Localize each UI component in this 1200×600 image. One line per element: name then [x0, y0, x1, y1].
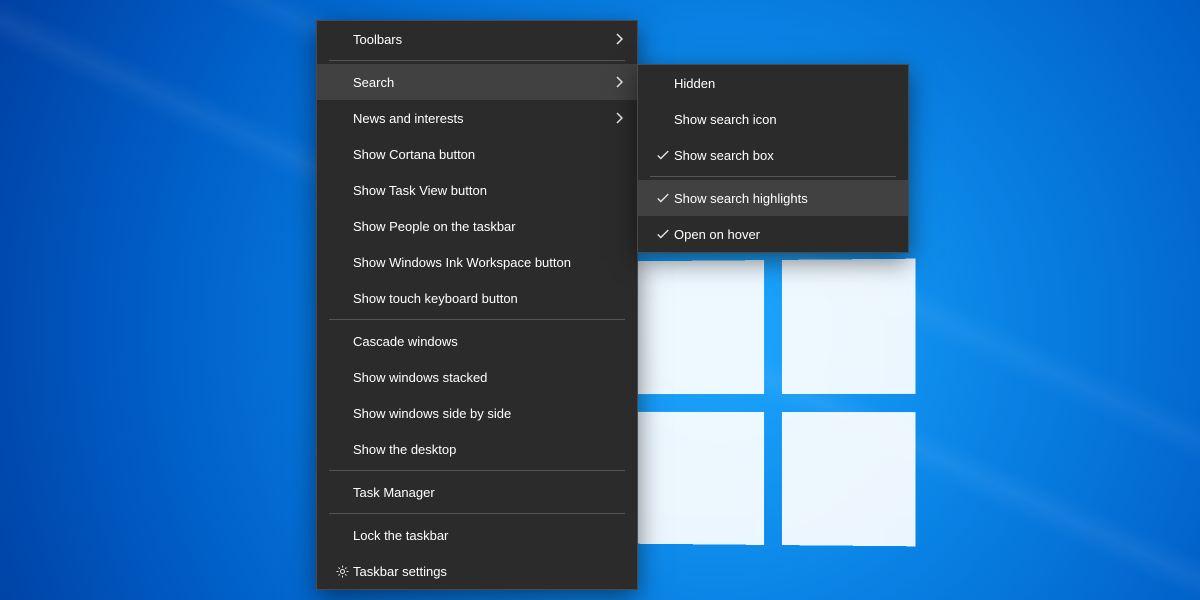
menu-item-cascade-windows[interactable]: Cascade windows [317, 323, 637, 359]
menu-item-news-and-interests[interactable]: News and interests [317, 100, 637, 136]
menu-item-label: Show Windows Ink Workspace button [353, 255, 623, 270]
menu-item-lock-the-taskbar[interactable]: Lock the taskbar [317, 517, 637, 553]
check-icon [652, 191, 674, 205]
menu-separator [329, 470, 625, 471]
menu-item-show-cortana-button[interactable]: Show Cortana button [317, 136, 637, 172]
menu-item-taskbar-settings[interactable]: Taskbar settings [317, 553, 637, 589]
submenu-item-hidden[interactable]: Hidden [638, 65, 908, 101]
gear-icon [331, 564, 353, 579]
menu-separator [329, 513, 625, 514]
menu-item-show-windows-side-by-side[interactable]: Show windows side by side [317, 395, 637, 431]
desktop-wallpaper: Toolbars Search News and interests Show … [0, 0, 1200, 600]
submenu-item-show-search-icon[interactable]: Show search icon [638, 101, 908, 137]
menu-item-label: Show Task View button [353, 183, 623, 198]
menu-item-label: Show the desktop [353, 442, 623, 457]
menu-item-label: Show search highlights [674, 191, 894, 206]
menu-item-label: News and interests [353, 111, 609, 126]
menu-separator [650, 176, 896, 177]
menu-item-show-windows-ink-workspace-button[interactable]: Show Windows Ink Workspace button [317, 244, 637, 280]
menu-item-toolbars[interactable]: Toolbars [317, 21, 637, 57]
menu-item-label: Show windows stacked [353, 370, 623, 385]
menu-item-label: Task Manager [353, 485, 623, 500]
menu-item-label: Taskbar settings [353, 564, 623, 579]
submenu-item-open-on-hover[interactable]: Open on hover [638, 216, 908, 252]
menu-item-label: Show windows side by side [353, 406, 623, 421]
menu-item-label: Search [353, 75, 609, 90]
chevron-right-icon [609, 33, 623, 45]
menu-item-show-touch-keyboard-button[interactable]: Show touch keyboard button [317, 280, 637, 316]
menu-item-search[interactable]: Search [317, 64, 637, 100]
menu-item-label: Lock the taskbar [353, 528, 623, 543]
check-icon [652, 227, 674, 241]
submenu-item-show-search-box[interactable]: Show search box [638, 137, 908, 173]
menu-item-show-the-desktop[interactable]: Show the desktop [317, 431, 637, 467]
windows-logo [632, 259, 915, 547]
menu-item-label: Open on hover [674, 227, 894, 242]
menu-item-show-windows-stacked[interactable]: Show windows stacked [317, 359, 637, 395]
menu-item-show-people-on-the-taskbar[interactable]: Show People on the taskbar [317, 208, 637, 244]
menu-item-label: Show touch keyboard button [353, 291, 623, 306]
menu-item-task-manager[interactable]: Task Manager [317, 474, 637, 510]
search-submenu: Hidden Show search icon Show search box … [637, 64, 909, 253]
taskbar-context-menu: Toolbars Search News and interests Show … [316, 20, 638, 590]
menu-item-label: Hidden [674, 76, 894, 91]
chevron-right-icon [609, 76, 623, 88]
chevron-right-icon [609, 112, 623, 124]
menu-separator [329, 60, 625, 61]
check-icon [652, 148, 674, 162]
menu-item-label: Show search icon [674, 112, 894, 127]
menu-item-label: Cascade windows [353, 334, 623, 349]
menu-item-label: Toolbars [353, 32, 609, 47]
submenu-item-show-search-highlights[interactable]: Show search highlights [638, 180, 908, 216]
menu-separator [329, 319, 625, 320]
menu-item-label: Show People on the taskbar [353, 219, 623, 234]
menu-item-label: Show Cortana button [353, 147, 623, 162]
menu-item-label: Show search box [674, 148, 894, 163]
menu-item-show-task-view-button[interactable]: Show Task View button [317, 172, 637, 208]
